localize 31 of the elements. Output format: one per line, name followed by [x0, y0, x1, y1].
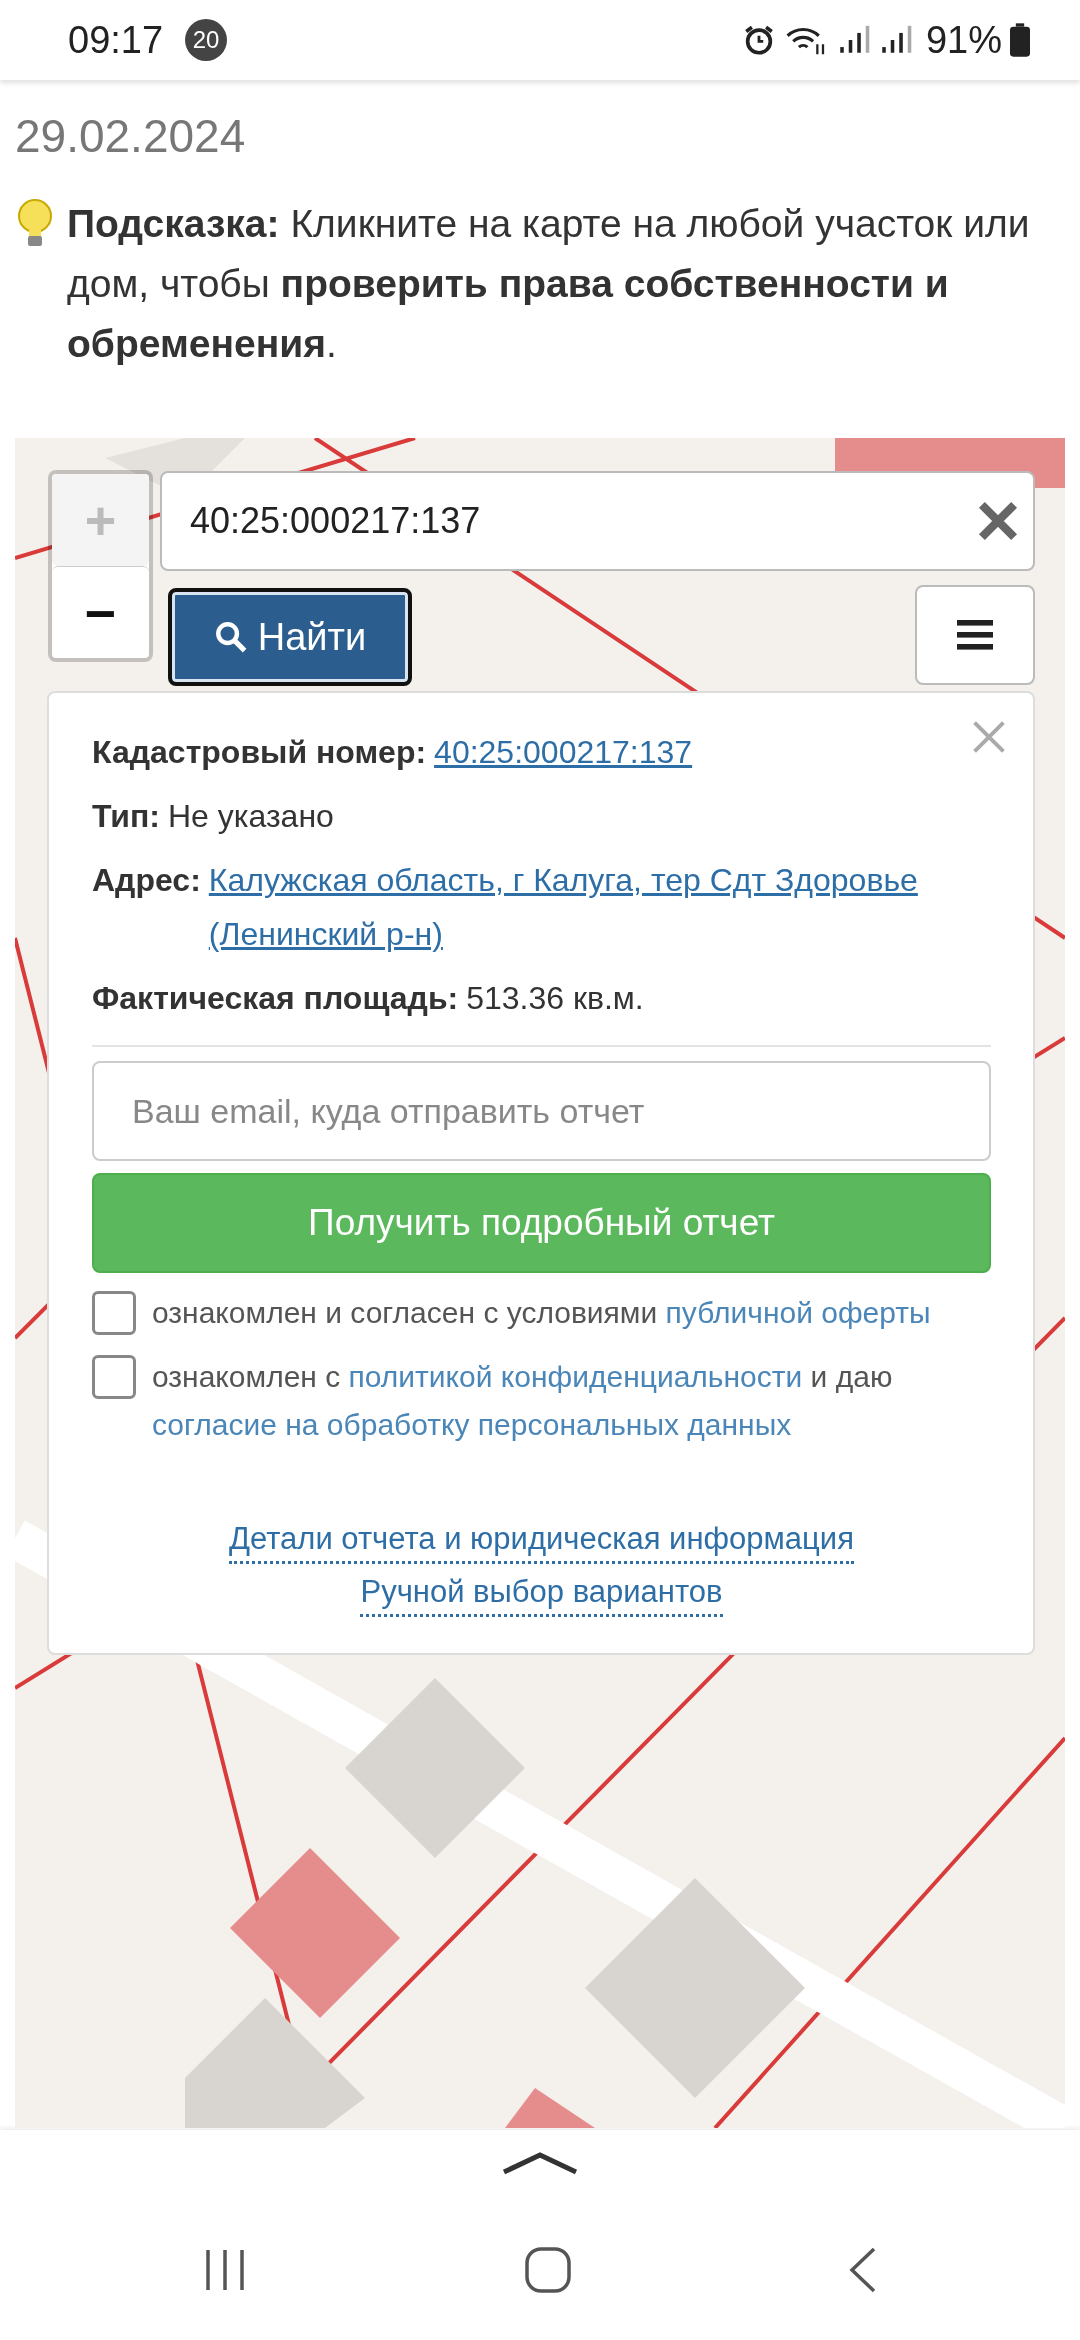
info-link[interactable]: Ручной выбор вариантов: [360, 1570, 723, 1617]
consent-link[interactable]: политикой конфиденциальности: [348, 1360, 803, 1393]
consent-text: ознакомлен и согласен с условиями публичной оферты: [152, 1295, 931, 1331]
home-icon[interactable]: [524, 2246, 572, 2294]
clock: 09:17: [68, 18, 164, 62]
battery-level: 91%: [925, 18, 1002, 62]
date-text: 29.02.2024: [15, 109, 247, 164]
search-icon: [213, 620, 248, 654]
field-value: Не указано: [168, 797, 334, 836]
search-button[interactable]: Найти: [168, 588, 412, 686]
chevron-up-icon[interactable]: [500, 2150, 580, 2176]
menu-button[interactable]: [915, 585, 1035, 685]
email-field[interactable]: Ваш email, куда отправить отчет: [92, 1061, 991, 1161]
notification-badge: 20: [185, 19, 228, 61]
consent-text: ознакомлен с политикой конфиденциальности и даю согласие на обработку персональных данных: [152, 1359, 894, 1443]
menu-icon: [957, 620, 993, 650]
search-field[interactable]: 40:25:000217:137: [160, 471, 1035, 571]
hint-text: Подсказка: Кликните на карте на любой участок или дом, чтобы проверить права собственности и обременения.: [67, 201, 1031, 367]
field-link[interactable]: 40:25:000217:137: [434, 725, 693, 779]
field-label: Тип:: [92, 797, 160, 836]
info-link[interactable]: Детали отчета и юридическая информация: [229, 1517, 854, 1564]
consent-link[interactable]: публичной оферты: [665, 1296, 931, 1329]
field-label: Фактическая площадь:: [92, 979, 459, 1018]
field-label: Кадастровый номер:: [92, 733, 427, 772]
checkbox[interactable]: [92, 1291, 136, 1335]
field-label: Адрес:: [92, 861, 201, 900]
field-value: 513.36 кв.м.: [466, 979, 644, 1018]
consent-link[interactable]: согласие на обработку персональных данных: [152, 1408, 792, 1441]
battery-icon: [1010, 23, 1030, 57]
checkbox[interactable]: [92, 1355, 136, 1399]
field-link[interactable]: Калужская область, г Калуга, тер Сдт Здоровье (Ленинский р-н): [208, 853, 991, 961]
